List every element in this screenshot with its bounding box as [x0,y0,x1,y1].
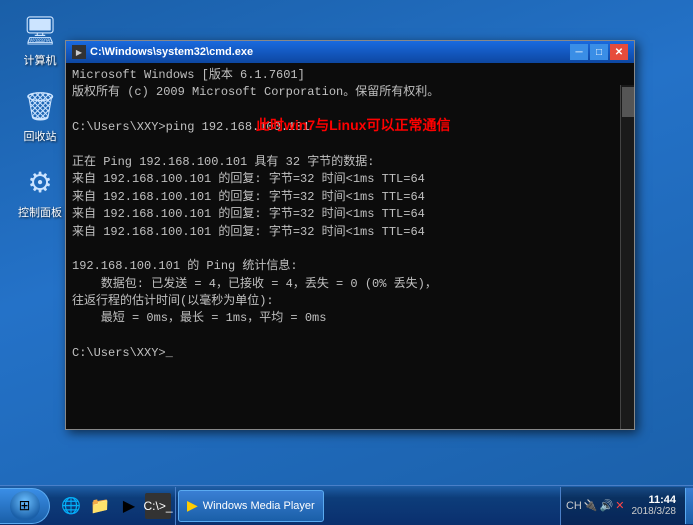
show-desktop-button[interactable] [685,488,693,524]
taskbar-task-label: Windows Media Player [203,500,315,512]
cmd-window-icon: ▶ [72,45,86,59]
control-panel-icon[interactable]: ⚙ 控制面板 [8,162,72,220]
computer-icon-img: 🖥 [20,10,60,50]
computer-label: 计算机 [24,52,57,68]
control-panel-icon-img: ⚙ [20,162,60,202]
ie-icon[interactable]: 🌐 [58,493,84,519]
cmd-controls: ─ □ ✕ [570,44,628,60]
media-player-icon[interactable]: ▶ [116,493,142,519]
taskbar-task-icon: ▶ [187,497,198,514]
cmd-highlight-text: 此时win7与Linux可以正常通信 [256,115,450,135]
tray-area: CH 🔌 🔊 ✕ 11:44 2018/3/28 [560,487,685,525]
tray-icon-volume[interactable]: 🔊 [600,499,614,512]
tray-icon-ch[interactable]: CH [566,500,582,512]
scrollbar-thumb [622,87,634,117]
cmd-title: C:\Windows\system32\cmd.exe [90,46,566,58]
desktop-icons: 🖥 计算机 🗑 回收站 ⚙ 控制面板 [8,10,72,220]
clock-time: 11:44 [648,494,676,506]
cmd-body[interactable]: Microsoft Windows [版本 6.1.7601] 版权所有 (c)… [66,63,634,429]
cmd-minimize-button[interactable]: ─ [570,44,588,60]
tray-icon-x[interactable]: ✕ [615,499,624,512]
computer-icon[interactable]: 🖥 计算机 [8,10,72,68]
cmd-close-button[interactable]: ✕ [610,44,628,60]
desktop: 🖥 计算机 🗑 回收站 ⚙ 控制面板 ▶ C:\Windows\system32… [0,0,693,525]
cmd-titlebar: ▶ C:\Windows\system32\cmd.exe ─ □ ✕ [66,41,634,63]
folder-icon[interactable]: 📁 [87,493,113,519]
recycle-icon-img: 🗑 [20,86,60,126]
start-orb: ⊞ [10,491,40,521]
cmd-scrollbar[interactable] [620,85,634,429]
recycle-label: 回收站 [24,128,57,144]
quick-launch: 🌐 📁 ▶ C:\>_ [54,487,176,525]
tray-icon-network[interactable]: 🔌 [584,499,598,512]
start-button[interactable]: ⊞ [0,488,50,524]
clock[interactable]: 11:44 2018/3/28 [628,494,681,517]
control-panel-label: 控制面板 [18,204,62,220]
cmd-output: Microsoft Windows [版本 6.1.7601] 版权所有 (c)… [72,67,628,363]
clock-date: 2018/3/28 [632,506,677,517]
taskbar-task-media[interactable]: ▶ Windows Media Player [178,490,324,522]
tray-icons: CH 🔌 🔊 ✕ [566,499,625,512]
recycle-icon[interactable]: 🗑 回收站 [8,86,72,144]
taskbar: ⊞ 🌐 📁 ▶ C:\>_ ▶ Windows Media Player CH … [0,485,693,525]
cmd-icon-ql[interactable]: C:\>_ [145,493,171,519]
cmd-maximize-button[interactable]: □ [590,44,608,60]
cmd-window: ▶ C:\Windows\system32\cmd.exe ─ □ ✕ Micr… [65,40,635,430]
